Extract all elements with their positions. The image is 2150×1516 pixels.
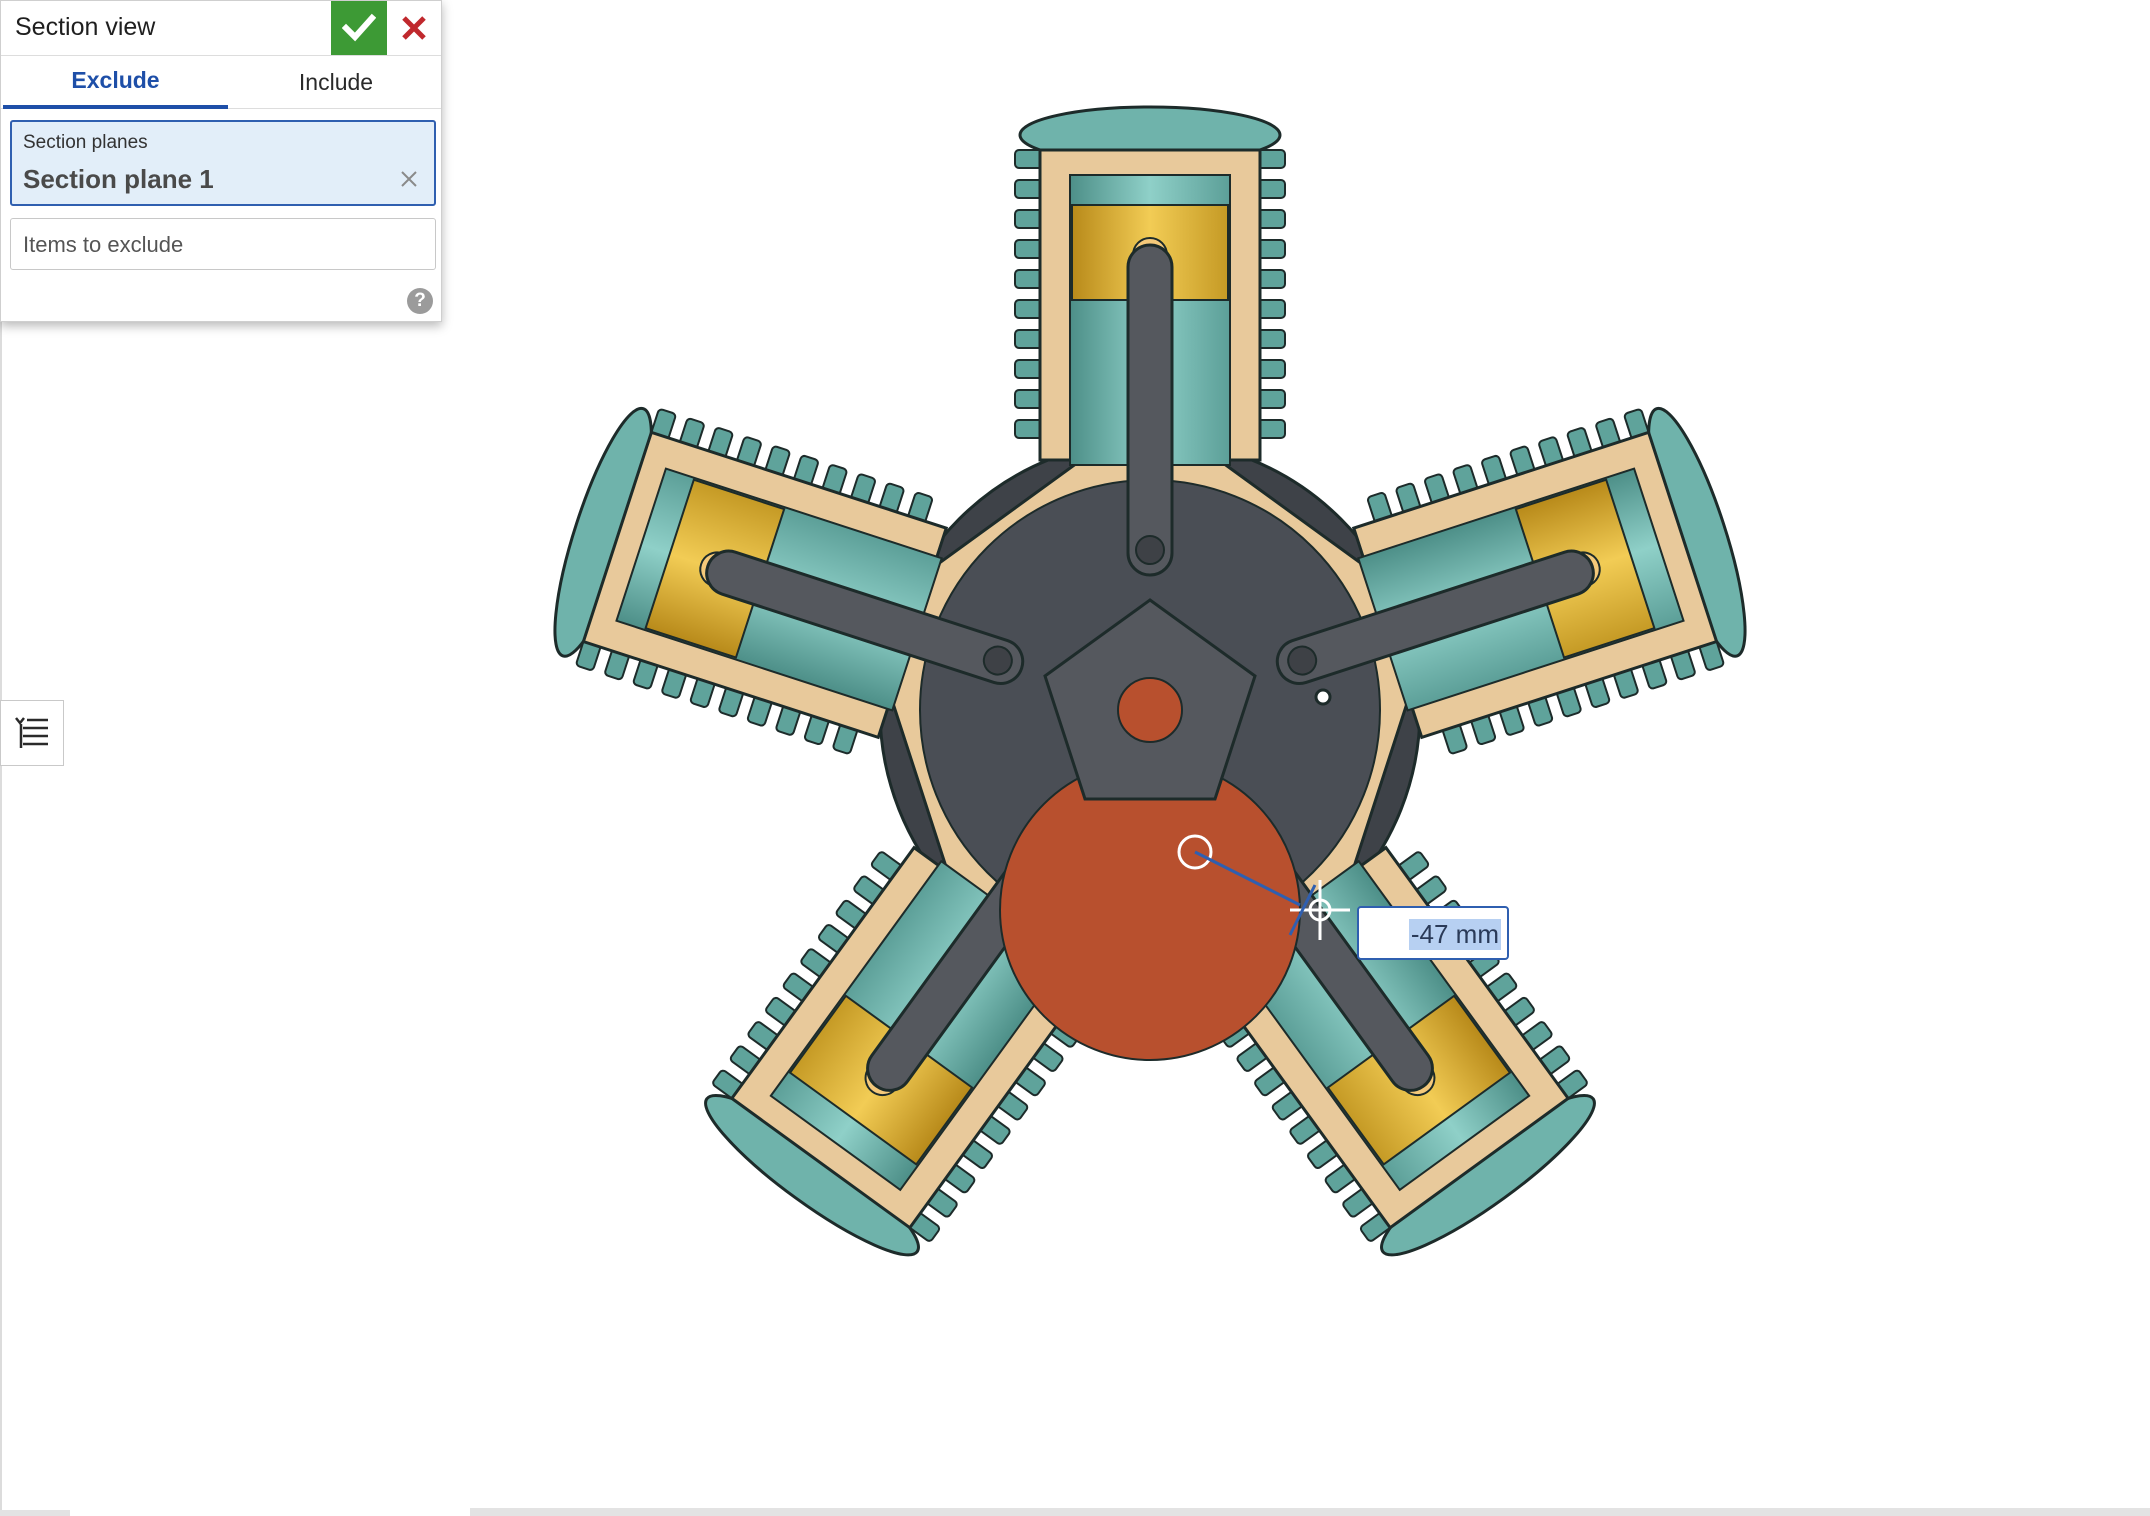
remove-icon[interactable]	[400, 170, 418, 188]
tab-exclude[interactable]: Exclude	[3, 56, 228, 109]
accept-button[interactable]	[331, 1, 387, 55]
items-to-exclude-placeholder: Items to exclude	[23, 232, 184, 257]
items-to-exclude-field[interactable]: Items to exclude	[10, 218, 436, 270]
close-icon	[402, 16, 426, 40]
offset-dimension-value[interactable]: -47 mm	[1408, 919, 1501, 950]
section-plane-item[interactable]: Section plane 1	[23, 164, 214, 195]
dialog-tabs: Exclude Include	[1, 56, 441, 109]
tab-include[interactable]: Include	[226, 56, 446, 108]
section-planes-label: Section planes	[23, 132, 148, 153]
section-view-dialog: Section view Exclude Include Section pla…	[0, 0, 442, 322]
section-planes-field[interactable]: Section planes Section plane 1	[10, 120, 436, 206]
bottom-scrollbar-left	[0, 1510, 70, 1516]
dialog-header: Section view	[1, 1, 441, 56]
bottom-scrollbar[interactable]	[470, 1508, 2150, 1516]
list-icon	[15, 717, 48, 748]
list-toggle-button[interactable]	[0, 700, 64, 766]
dialog-title: Section view	[15, 13, 156, 41]
help-icon[interactable]: ?	[407, 288, 433, 314]
graphics-viewport[interactable]: Section view Exclude Include Section pla…	[0, 0, 2150, 1516]
cancel-button[interactable]	[387, 1, 441, 55]
offset-dimension-input[interactable]: -47 mm	[1357, 906, 1509, 960]
check-icon	[342, 13, 376, 42]
radial-engine-section-model[interactable]	[520, 60, 1780, 1360]
